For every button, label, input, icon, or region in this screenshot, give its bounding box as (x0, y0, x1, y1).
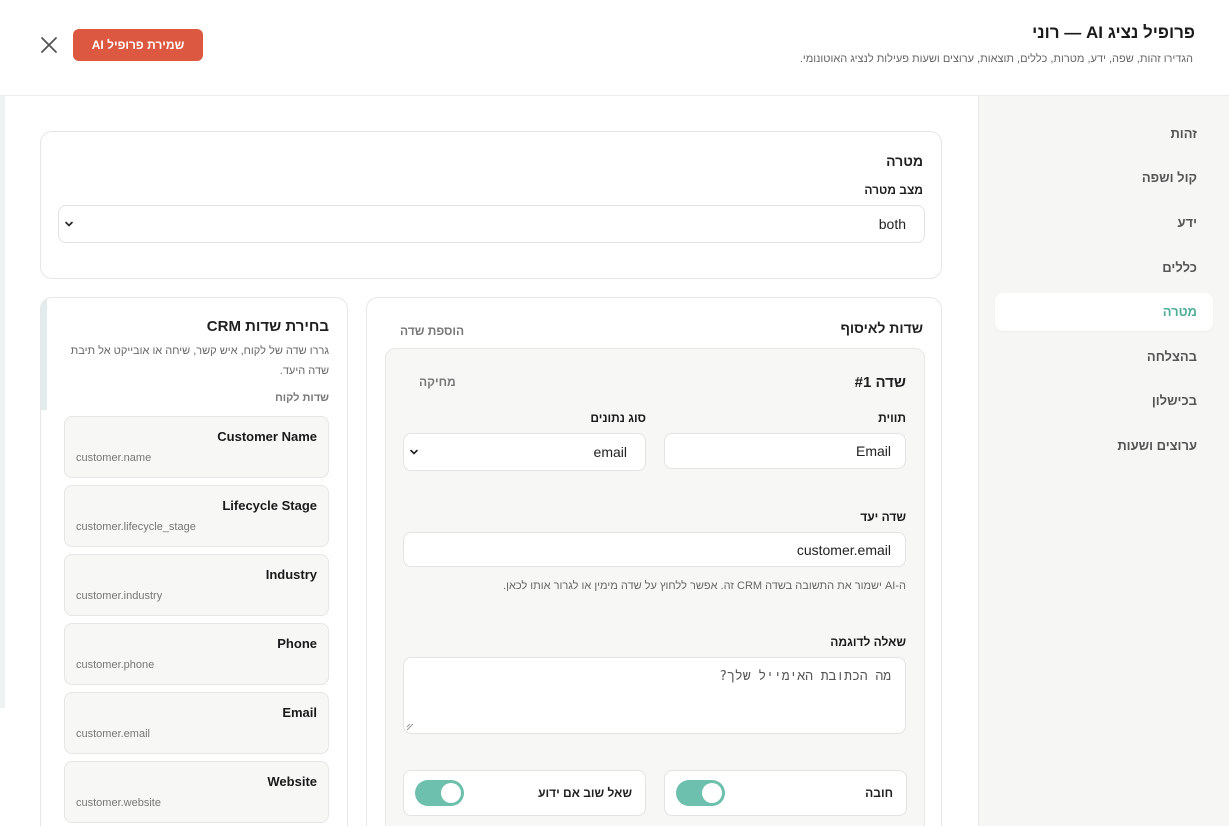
target-field-value: customer.email (796, 541, 891, 558)
crm-field-key: customer.lifecycle_stage (76, 521, 196, 533)
data-type-select[interactable]: email (403, 433, 646, 471)
crm-field-item[interactable]: Phone customer.phone (64, 623, 329, 685)
sidebar-item-rules[interactable]: כללים (995, 249, 1213, 287)
goal-mode-value: both (878, 216, 906, 232)
crm-field-item[interactable]: Website customer.website (64, 761, 329, 823)
header: פרופיל נציג AI — רוני הגדירו זהות, שפה, … (0, 0, 1229, 96)
sidebar-item-failure[interactable]: בכישלון (995, 382, 1213, 420)
target-field-label: שדה יעד (860, 510, 906, 524)
fields-title: שדות לאיסוף (840, 320, 923, 336)
crm-field-name: Phone (277, 636, 317, 651)
crm-field-item[interactable]: Industry customer.industry (64, 554, 329, 616)
add-field-button[interactable]: הוספת שדה (400, 324, 464, 338)
data-type-label: סוג נתונים (590, 411, 646, 425)
scroll-indicator (0, 96, 5, 708)
sidebar: זהות קול ושפה ידע כללים מטרה בהצלחה בכיש… (978, 96, 1229, 826)
toggle-knob (702, 783, 722, 803)
ask-again-toggle-row: שאל שוב אם ידוע (403, 770, 646, 816)
sidebar-item-channels-hours[interactable]: ערוצים ושעות (995, 427, 1213, 465)
crm-section-label: שדות לקוח (275, 392, 329, 404)
sidebar-item-knowledge[interactable]: ידע (995, 204, 1213, 242)
crm-field-name: Email (282, 705, 317, 720)
required-toggle[interactable] (676, 780, 725, 806)
delete-field-button[interactable]: מחיקה (419, 375, 456, 389)
sidebar-item-success[interactable]: בהצלחה (995, 338, 1213, 376)
crm-field-item[interactable]: Customer Name customer.name (64, 416, 329, 478)
chevron-down-icon (410, 449, 418, 455)
ask-again-label: שאל שוב אם ידוע (538, 786, 632, 800)
sidebar-item-voice-language[interactable]: קול ושפה (995, 159, 1213, 197)
crm-field-key: customer.industry (76, 590, 163, 602)
fields-card: שדות לאיסוף הוספת שדה שדה #1 מחיקה תווית… (366, 297, 942, 826)
required-label: חובה (865, 786, 893, 800)
crm-description: גררו שדה של לקוח, איש קשר, שיחה או אוביי… (70, 345, 329, 377)
example-question-textarea[interactable]: מה הכתובת האימייל שלך? (403, 657, 906, 734)
close-icon[interactable] (38, 34, 60, 56)
page-title: פרופיל נציג AI — רוני (1032, 23, 1195, 42)
field-item: שדה #1 מחיקה תווית סוג נתונים Email emai… (385, 348, 925, 826)
label-input-value: Email (855, 443, 891, 459)
page-subtitle: הגדירו זהות, שפה, ידע, מטרות, כללים, תוצ… (799, 53, 1193, 65)
crm-field-name: Website (267, 774, 317, 789)
goal-card: מטרה מצב מטרה both (40, 131, 942, 279)
crm-field-name: Customer Name (217, 429, 317, 444)
save-profile-button[interactable]: שמירת פרופיל AI (73, 29, 203, 61)
scrollbar[interactable] (41, 298, 47, 410)
label-input[interactable]: Email (664, 433, 906, 469)
crm-field-key: customer.phone (76, 659, 155, 671)
goal-title: מטרה (886, 153, 923, 169)
chevron-down-icon (65, 221, 73, 227)
ask-again-toggle[interactable] (415, 780, 464, 806)
example-question-label: שאלה לדוגמה (830, 635, 906, 649)
example-question-value: מה הכתובת האימייל שלך? (719, 669, 891, 684)
toggle-knob (441, 783, 461, 803)
sidebar-item-identity[interactable]: זהות (995, 115, 1213, 153)
crm-field-key: customer.email (76, 728, 150, 740)
resize-grip-icon[interactable] (406, 723, 414, 731)
crm-field-item[interactable]: Email customer.email (64, 692, 329, 754)
target-field-helper: ה-AI ישמור את התשובה בשדה CRM זה. אפשר ל… (503, 580, 906, 592)
goal-mode-label: מצב מטרה (864, 183, 923, 197)
crm-field-key: customer.website (76, 797, 161, 809)
required-toggle-row: חובה (664, 770, 907, 816)
field-number: שדה #1 (854, 374, 906, 391)
crm-field-item[interactable]: Lifecycle Stage customer.lifecycle_stage (64, 485, 329, 547)
crm-field-key: customer.name (76, 452, 152, 464)
goal-mode-select[interactable]: both (58, 205, 925, 243)
sidebar-item-goal[interactable]: מטרה (995, 293, 1213, 331)
label-field-label: תווית (878, 411, 906, 425)
crm-fields-card: בחירת שדות CRM גררו שדה של לקוח, איש קשר… (40, 297, 348, 826)
data-type-value: email (593, 444, 627, 460)
target-field-input[interactable]: customer.email (403, 532, 906, 567)
crm-title: בחירת שדות CRM (206, 318, 329, 335)
crm-field-name: Industry (265, 567, 317, 582)
crm-field-name: Lifecycle Stage (222, 498, 317, 513)
